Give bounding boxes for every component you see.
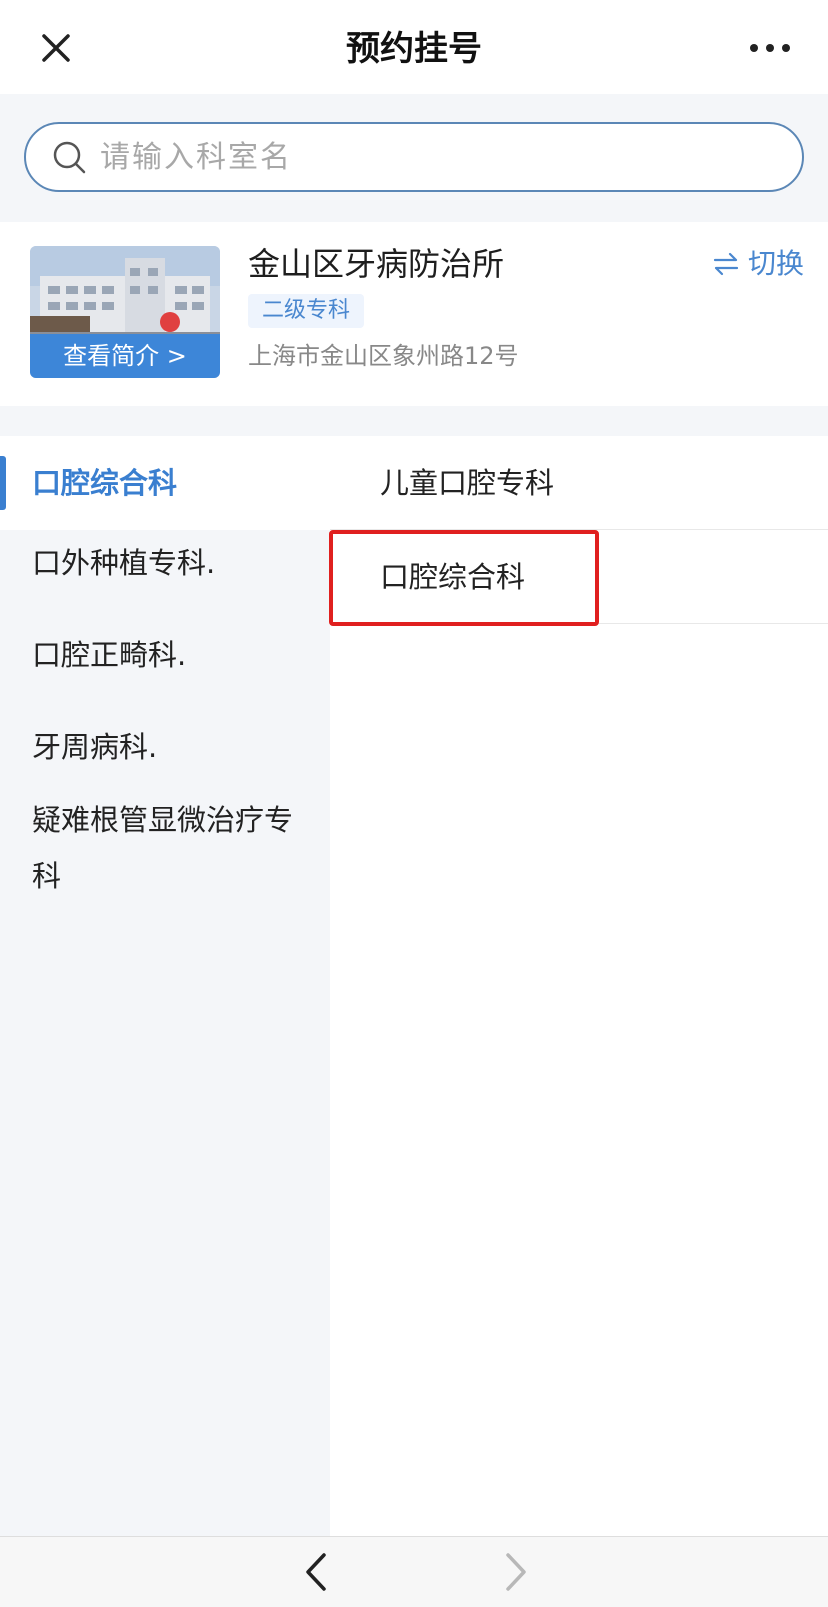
department-sidebar: 口腔综合科 口外种植专科. 口腔正畸科. 牙周病科. 疑难根管显微治疗专科 bbox=[0, 436, 330, 1536]
sub-department-item-oral-general[interactable]: 口腔综合科 bbox=[330, 530, 828, 624]
switch-hospital-button[interactable]: 切换 bbox=[712, 244, 804, 284]
section-divider bbox=[0, 406, 828, 436]
department-item-microscopic-endodontics[interactable]: 疑难根管显微治疗专科 bbox=[0, 792, 300, 904]
top-nav-bar: 预约挂号 bbox=[0, 0, 828, 94]
hospital-photo[interactable]: 查看简介 > bbox=[30, 246, 220, 378]
search-icon bbox=[53, 141, 86, 174]
department-label: 口腔正畸科. bbox=[32, 638, 187, 672]
department-item-oral-general[interactable]: 口腔综合科 bbox=[0, 436, 330, 530]
department-item-implant[interactable]: 口外种植专科. bbox=[0, 540, 330, 586]
department-label: 牙周病科. bbox=[32, 730, 158, 764]
search-input[interactable] bbox=[100, 132, 780, 182]
search-box[interactable] bbox=[24, 122, 804, 192]
department-item-periodontics[interactable]: 牙周病科. bbox=[0, 724, 330, 770]
sub-department-label: 儿童口腔专科 bbox=[380, 466, 555, 500]
department-label: 口外种植专科. bbox=[32, 546, 216, 580]
switch-label: 切换 bbox=[747, 247, 804, 280]
department-item-orthodontics[interactable]: 口腔正畸科. bbox=[0, 632, 330, 678]
more-dots-icon[interactable] bbox=[748, 30, 792, 66]
hospital-address: 上海市金山区象州路12号 bbox=[248, 342, 519, 370]
active-indicator bbox=[0, 456, 6, 510]
forward-arrow-icon[interactable] bbox=[496, 1547, 536, 1597]
hospital-card: 查看简介 > 金山区牙病防治所 二级专科 上海市金山区象州路12号 切换 bbox=[0, 222, 828, 406]
view-intro-button[interactable]: 查看简介 > bbox=[30, 334, 220, 378]
search-section bbox=[0, 94, 828, 222]
sub-department-label: 口腔综合科 bbox=[380, 560, 526, 594]
sub-department-list: 儿童口腔专科 口腔综合科 bbox=[330, 436, 828, 1536]
hospital-level-badge: 二级专科 bbox=[248, 294, 365, 328]
switch-arrows-icon bbox=[713, 252, 739, 276]
hospital-name: 金山区牙病防治所 bbox=[248, 245, 505, 283]
browser-bottom-bar bbox=[0, 1536, 828, 1607]
sub-department-item-children[interactable]: 儿童口腔专科 bbox=[330, 436, 828, 530]
back-arrow-icon[interactable] bbox=[296, 1547, 336, 1597]
page-title: 预约挂号 bbox=[346, 29, 482, 69]
department-label: 口腔综合科 bbox=[32, 466, 178, 500]
department-label: 疑难根管显微治疗专科 bbox=[32, 803, 294, 893]
